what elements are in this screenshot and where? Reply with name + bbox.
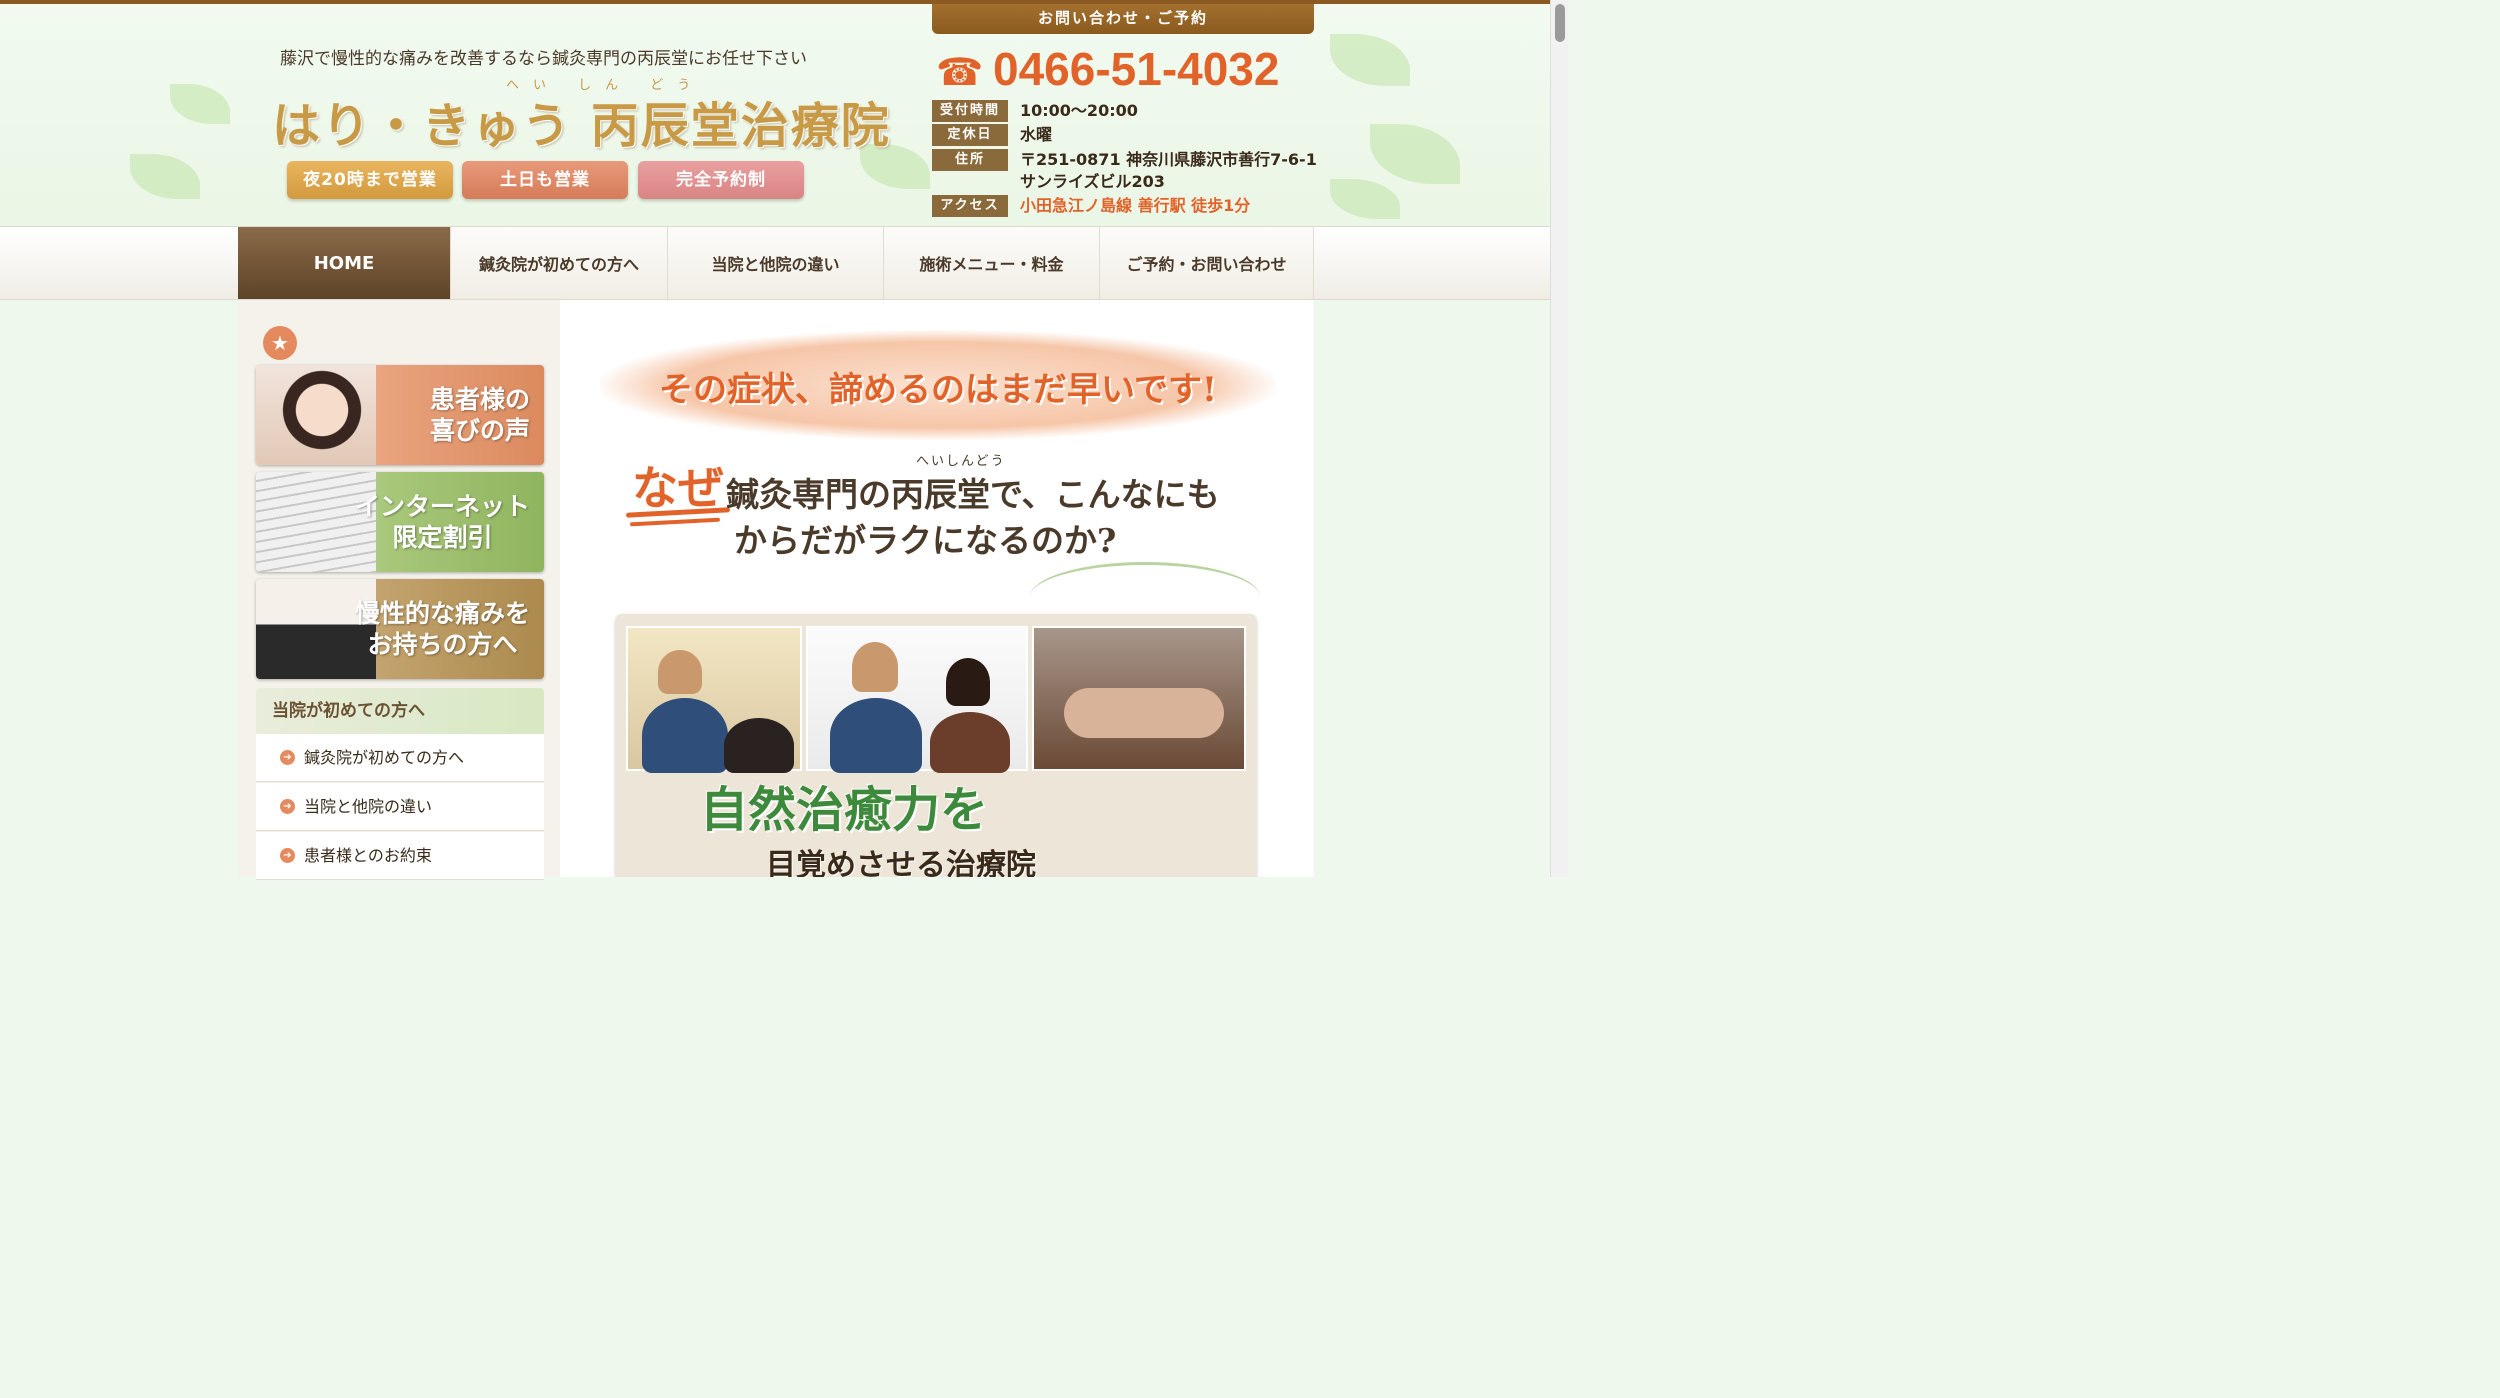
leaf-decoration (1370, 124, 1460, 184)
underline-decoration (629, 517, 721, 527)
why-heading-line2: からだがラクになるのか? (734, 521, 1117, 560)
photo-staff (806, 626, 1028, 773)
info-label: 受付時間 (932, 100, 1008, 122)
banner-line: 患者様の (429, 384, 530, 414)
banner-text: インターネット 限定割引 (355, 472, 530, 572)
person-head (946, 658, 990, 706)
patient-back (1064, 688, 1224, 738)
nav-home[interactable]: HOME (238, 227, 451, 299)
sidebar-link-difference[interactable]: ➔ 当院と他院の違い (256, 783, 544, 831)
info-value: 水曜 (1020, 125, 1053, 144)
site-tagline: 藤沢で慢性的な痛みを改善するなら鍼灸専門の丙辰堂にお任せ下さい (280, 49, 807, 69)
sidebar-link-promise[interactable]: ➔ 患者様とのお約束 (256, 832, 544, 880)
info-address: 住所 〒251-0871 神奈川県藤沢市善行7-6-1 (932, 149, 1317, 171)
nav-menu-price[interactable]: 施術メニュー・料金 (884, 227, 1100, 299)
person-head (852, 642, 898, 692)
info-value: 〒251-0871 神奈川県藤沢市善行7-6-1 (1020, 150, 1317, 169)
leaf-decoration (1330, 179, 1400, 219)
photo-treatment (626, 626, 802, 773)
nav-difference[interactable]: 当院と他院の違い (668, 227, 884, 299)
person-head (658, 650, 702, 694)
arrow-right-icon: ➔ (280, 799, 295, 814)
info-closed: 定休日 水曜 (932, 124, 1052, 146)
person-head (724, 718, 794, 773)
badge-weekends: 土日も営業 (462, 161, 628, 199)
photo-acupuncture (1032, 626, 1246, 771)
banner-testimonials[interactable]: 患者様の 喜びの声 (256, 365, 544, 465)
banner-text: 慢性的な痛みを お持ちの方へ (355, 579, 530, 679)
banner-text: 患者様の 喜びの声 (430, 365, 530, 465)
banner-line: 喜びの声 (429, 416, 530, 445)
tagline-subheading: 目覚めさせる治療院 (766, 848, 1036, 877)
sidebar-link-label: 鍼灸院が初めての方へ (304, 748, 465, 767)
site-header: 藤沢で慢性的な痛みを改善するなら鍼灸専門の丙辰堂にお任せ下さい へい しん どう… (0, 4, 1550, 226)
vertical-scrollbar[interactable] (1550, 0, 1568, 877)
sidebar-link-label: 当院と他院の違い (304, 797, 433, 816)
badge-reservation: 完全予約制 (638, 161, 804, 199)
phone-number[interactable]: 0466-51-4032 (993, 42, 1279, 96)
site-logo[interactable]: はり・きゅう 丙辰堂治療院 (272, 86, 891, 156)
banner-line: お持ちの方へ (367, 630, 518, 659)
banner-chronic-pain[interactable]: 慢性的な痛みを お持ちの方へ (256, 579, 544, 679)
arrow-right-icon: ➔ (280, 848, 295, 863)
phone-icon: ☎ (936, 50, 984, 94)
nav-contact[interactable]: ご予約・お問い合わせ (1100, 227, 1314, 299)
info-value: 10:00〜20:00 (1020, 101, 1138, 120)
star-icon: ★ (263, 326, 297, 360)
why-furigana: へいしんどう (916, 454, 1006, 469)
banner-photo (256, 365, 376, 465)
person-body (930, 712, 1010, 773)
arrow-right-icon: ➔ (280, 750, 295, 765)
page-content: ★ 患者様の 喜びの声 インターネット 限定割引 慢性的な痛みを お持ちの方へ 当院が… (238, 300, 1314, 880)
badge-late-hours: 夜20時まで営業 (287, 161, 453, 199)
sidebar-link-label: 患者様とのお約束 (304, 846, 432, 865)
main-nav: HOME 鍼灸院が初めての方へ 当院と他院の違い 施術メニュー・料金 ご予約・お… (238, 227, 1314, 299)
person-body (830, 698, 922, 773)
info-address-building: サンライズビル203 (1020, 171, 1165, 193)
banner-line: 慢性的な痛みを (354, 598, 530, 628)
info-access: アクセス 小田急江ノ島線 善行駅 徒歩1分 (932, 195, 1250, 217)
info-label: アクセス (932, 195, 1008, 217)
leaf-decoration (1330, 34, 1410, 86)
hero-heading: その症状、諦めるのはまだ早いです! (659, 370, 1217, 410)
info-value: 小田急江ノ島線 善行駅 徒歩1分 (1020, 196, 1251, 215)
info-label: 住所 (932, 149, 1008, 171)
main-nav-bar: HOME 鍼灸院が初めての方へ 当院と他院の違い 施術メニュー・料金 ご予約・お… (0, 226, 1550, 300)
info-label: 定休日 (932, 124, 1008, 146)
sidebar-link-first-time[interactable]: ➔ 鍼灸院が初めての方へ (256, 734, 544, 782)
why-heading-line1: 鍼灸専門の丙辰堂で、こんなにも (726, 475, 1220, 514)
main-content: その症状、諦めるのはまだ早いです! へいしんどう なぜ 鍼灸専門の丙辰堂で、こん… (560, 300, 1314, 877)
contact-title: お問い合わせ・ご予約 (932, 4, 1314, 34)
sidebar: ★ 患者様の 喜びの声 インターネット 限定割引 慢性的な痛みを お持ちの方へ 当院が… (238, 300, 560, 880)
info-value: サンライズビル203 (1020, 172, 1165, 191)
banner-line: インターネット (354, 491, 530, 521)
sidebar-section-title: 当院が初めての方へ (256, 688, 544, 734)
tagline-heading: 自然治癒力を (700, 782, 989, 838)
nav-first-time[interactable]: 鍼灸院が初めての方へ (451, 227, 668, 299)
person-body (642, 698, 728, 773)
leaf-decoration (170, 84, 230, 124)
banner-internet-discount[interactable]: インターネット 限定割引 (256, 472, 544, 572)
banner-line: 限定割引 (392, 523, 493, 552)
info-hours: 受付時間 10:00〜20:00 (932, 100, 1138, 122)
scrollbar-thumb[interactable] (1555, 4, 1565, 42)
leaf-decoration (130, 154, 200, 199)
